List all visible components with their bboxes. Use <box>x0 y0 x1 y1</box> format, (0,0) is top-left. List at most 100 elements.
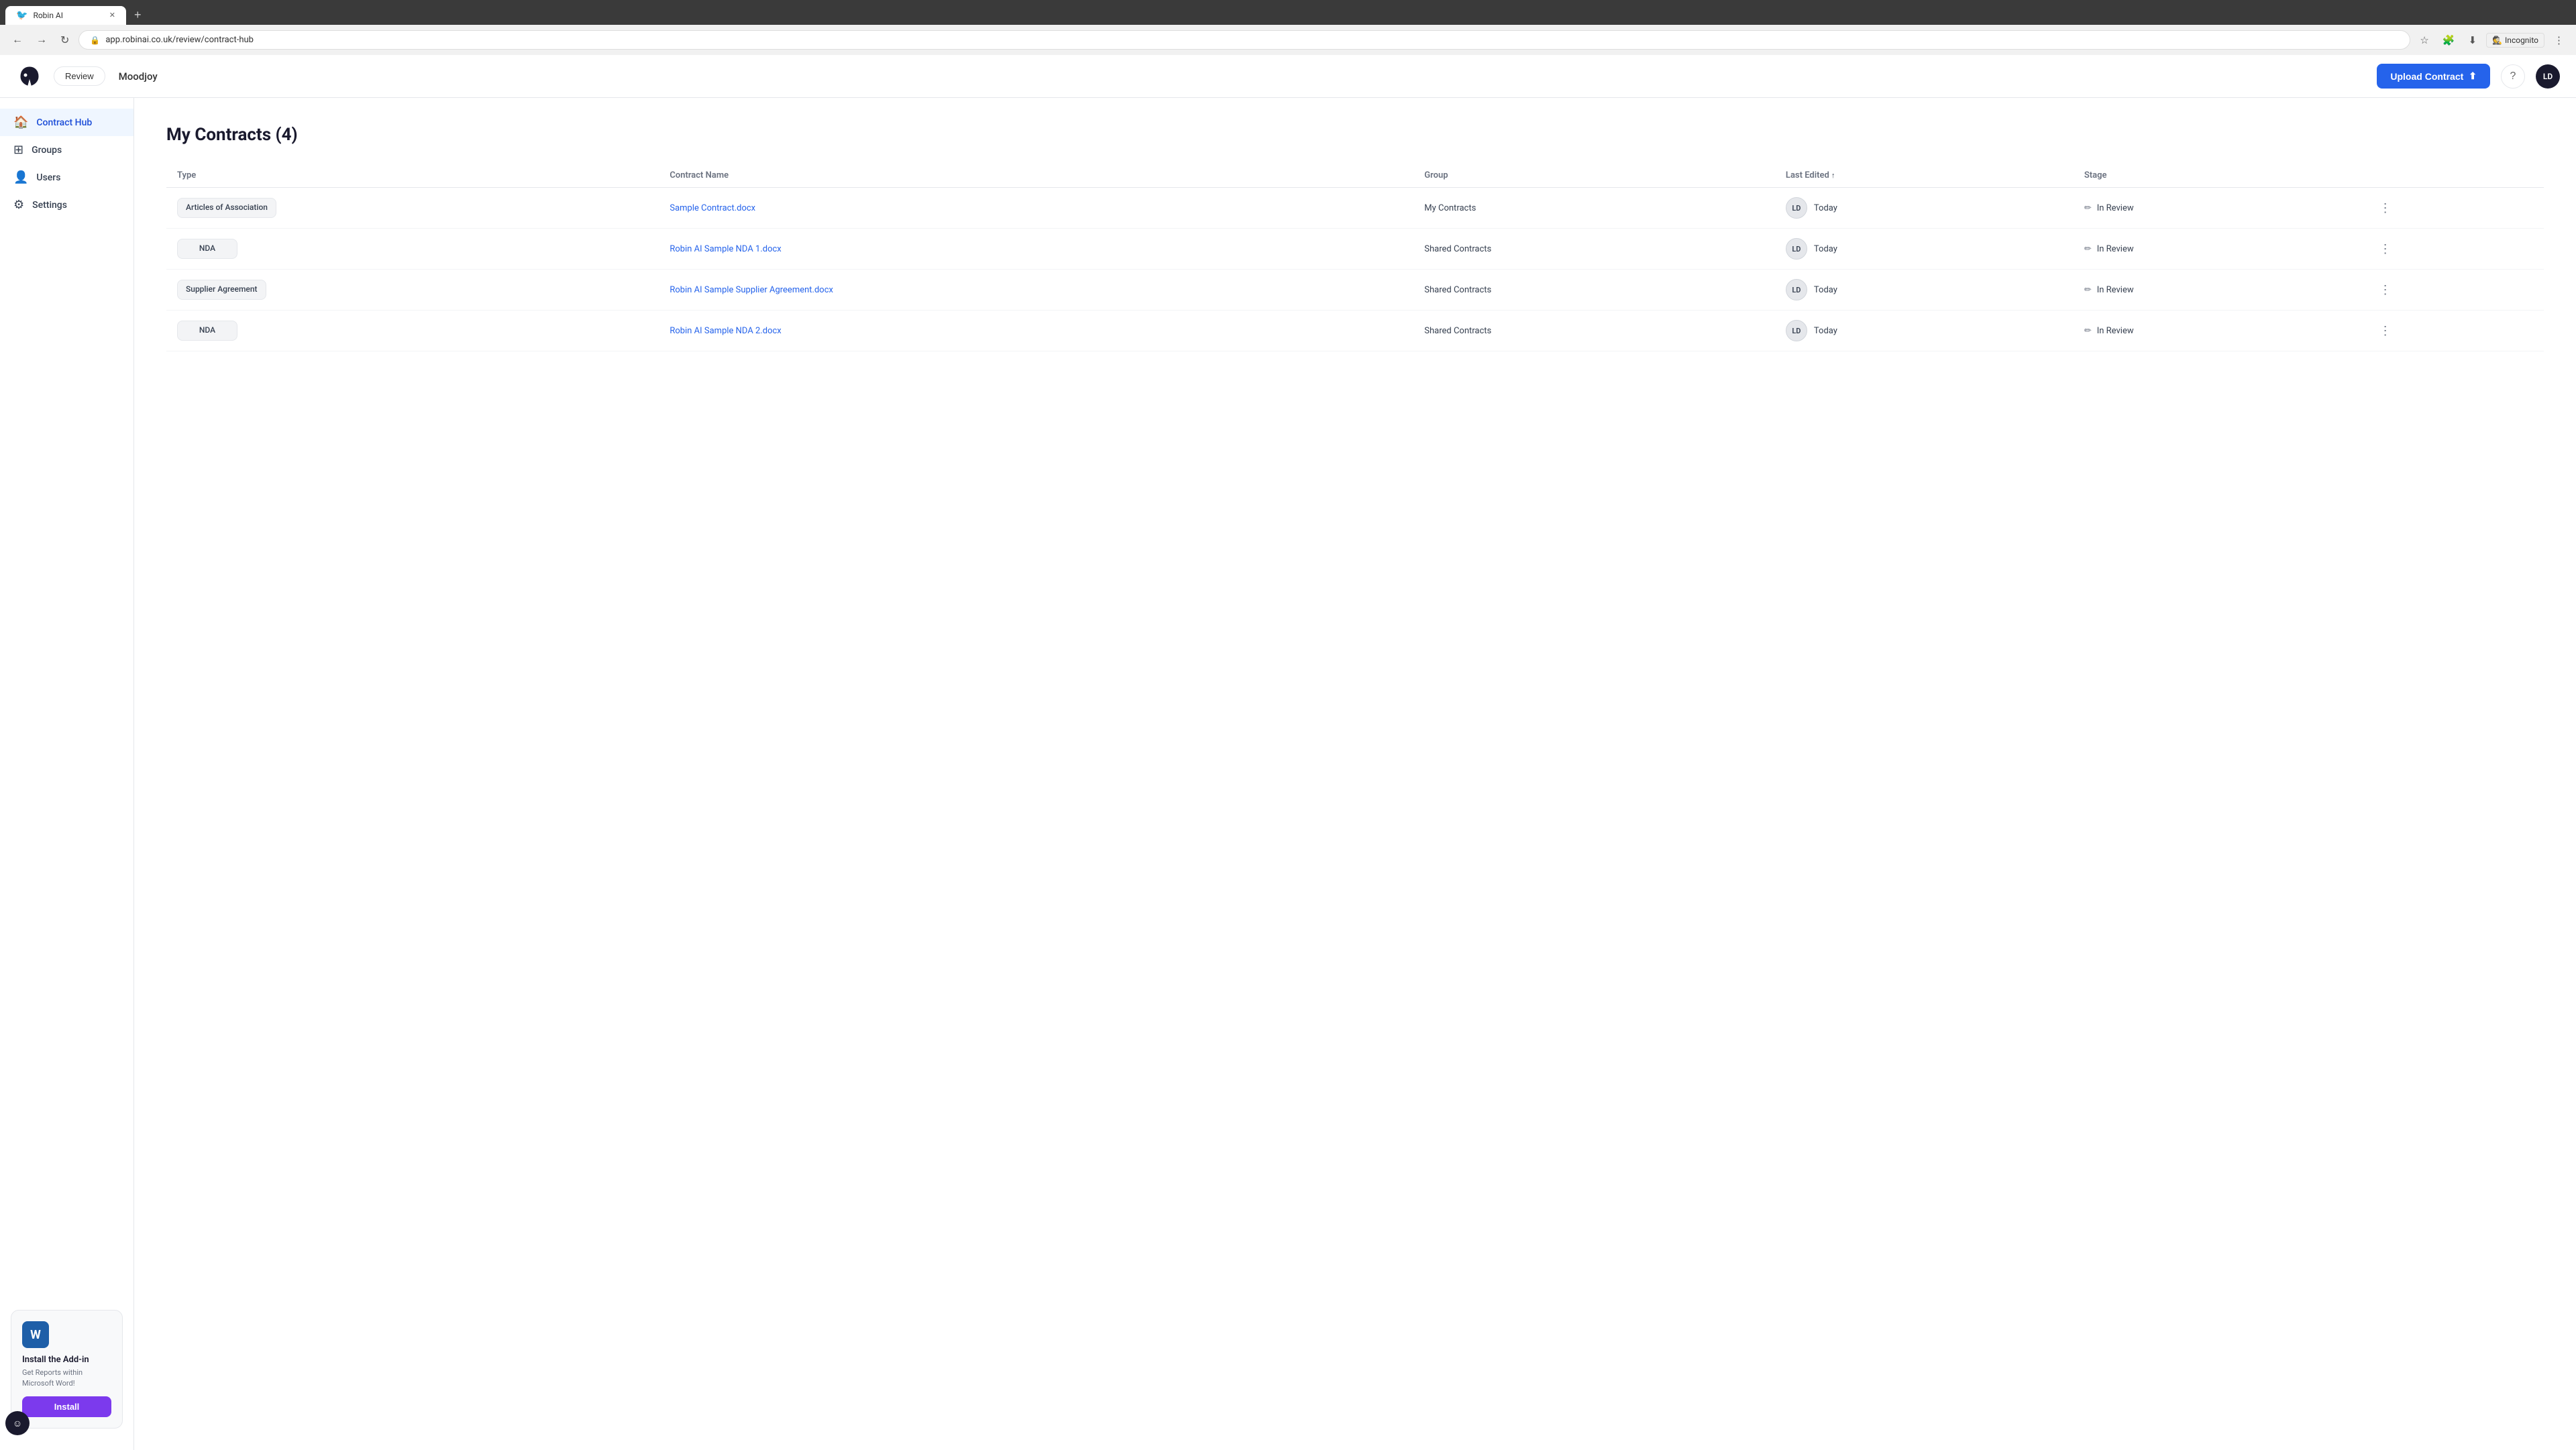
table-row: NDA Robin AI Sample NDA 2.docx Shared Co… <box>166 311 2544 351</box>
group-name-3: Shared Contracts <box>1424 326 1491 336</box>
cell-contract-name-1: Robin AI Sample NDA 1.docx <box>659 229 1413 270</box>
row-more-button-0[interactable]: ⋮ <box>2374 199 2397 218</box>
stage-pencil-icon-1: ✏ <box>2084 244 2092 254</box>
incognito-icon: 🕵 <box>2492 36 2502 45</box>
row-more-button-1[interactable]: ⋮ <box>2374 239 2397 259</box>
row-more-button-3[interactable]: ⋮ <box>2374 321 2397 341</box>
last-edited-date-0: Today <box>1814 203 1837 213</box>
download-button[interactable]: ⬇ <box>2465 32 2481 49</box>
type-badge-0: Articles of Association <box>177 198 276 218</box>
editor-avatar-0: LD <box>1786 197 1807 219</box>
back-button[interactable]: ← <box>8 32 27 49</box>
settings-icon: ⚙ <box>13 198 24 212</box>
new-tab-button[interactable]: + <box>129 5 147 25</box>
table-row: NDA Robin AI Sample NDA 1.docx Shared Co… <box>166 229 2544 270</box>
editor-avatar-2: LD <box>1786 279 1807 300</box>
cell-last-edited-1: LD Today <box>1775 229 2074 270</box>
browser-nav-bar: ← → ↻ 🔒 app.robinai.co.uk/review/contrac… <box>0 25 2576 55</box>
group-name-0: My Contracts <box>1424 203 1476 213</box>
contracts-table: Type Contract Name Group Last Edited ↑ S… <box>166 164 2544 351</box>
col-stage: Stage <box>2074 164 2363 188</box>
cell-contract-name-2: Robin AI Sample Supplier Agreement.docx <box>659 270 1413 311</box>
sidebar-item-settings[interactable]: ⚙ Settings <box>0 191 133 219</box>
review-button[interactable]: Review <box>54 66 105 86</box>
sort-arrow-icon: ↑ <box>1831 171 1835 180</box>
browser-tabs: 🐦 Robin AI ✕ + <box>0 0 2576 25</box>
cell-contract-name-0: Sample Contract.docx <box>659 188 1413 229</box>
editor-avatar-3: LD <box>1786 320 1807 341</box>
contract-link-1[interactable]: Robin AI Sample NDA 1.docx <box>669 244 781 254</box>
users-icon: 👤 <box>13 170 28 184</box>
cell-group-2: Shared Contracts <box>1413 270 1775 311</box>
user-avatar[interactable]: LD <box>2536 64 2560 89</box>
contract-link-3[interactable]: Robin AI Sample NDA 2.docx <box>669 326 781 336</box>
group-name-2: Shared Contracts <box>1424 285 1491 295</box>
cell-type-3: NDA <box>166 311 659 351</box>
stage-pencil-icon-2: ✏ <box>2084 285 2092 295</box>
logo-svg <box>17 64 42 89</box>
stage-label-3: In Review <box>2097 326 2134 336</box>
address-bar[interactable]: 🔒 app.robinai.co.uk/review/contract-hub <box>78 30 2410 50</box>
cell-stage-0: ✏ In Review <box>2074 188 2363 229</box>
col-group: Group <box>1413 164 1775 188</box>
row-more-button-2[interactable]: ⋮ <box>2374 280 2397 300</box>
cell-more-1: ⋮ <box>2363 229 2544 270</box>
tab-close-button[interactable]: ✕ <box>109 11 115 19</box>
cell-type-1: NDA <box>166 229 659 270</box>
sidebar-label-groups: Groups <box>32 145 62 156</box>
type-badge-1: NDA <box>177 239 237 259</box>
table-header: Type Contract Name Group Last Edited ↑ S… <box>166 164 2544 188</box>
stage-label-2: In Review <box>2097 285 2134 295</box>
browser-menu-button[interactable]: ⋮ <box>2550 32 2568 49</box>
contract-link-0[interactable]: Sample Contract.docx <box>669 203 755 213</box>
cell-stage-1: ✏ In Review <box>2074 229 2363 270</box>
sidebar-label-contract-hub: Contract Hub <box>36 117 92 128</box>
last-edited-date-2: Today <box>1814 285 1837 295</box>
install-addin-button[interactable]: Install <box>22 1396 111 1417</box>
feedback-icon: ☺ <box>13 1418 22 1429</box>
upload-button-label: Upload Contract <box>2390 71 2463 82</box>
addin-card: W Install the Add-in Get Reports within … <box>11 1310 123 1429</box>
table-row: Articles of Association Sample Contract.… <box>166 188 2544 229</box>
contract-link-2[interactable]: Robin AI Sample Supplier Agreement.docx <box>669 285 833 295</box>
forward-button[interactable]: → <box>32 32 51 49</box>
refresh-button[interactable]: ↻ <box>56 31 73 50</box>
extensions-button[interactable]: 🧩 <box>2438 32 2459 49</box>
sidebar: 🏠 Contract Hub ⊞ Groups 👤 Users ⚙ Settin… <box>0 98 134 1450</box>
cell-last-edited-0: LD Today <box>1775 188 2074 229</box>
last-edited-date-3: Today <box>1814 326 1837 336</box>
bookmark-button[interactable]: ☆ <box>2416 32 2432 49</box>
cell-contract-name-3: Robin AI Sample NDA 2.docx <box>659 311 1413 351</box>
cell-last-edited-3: LD Today <box>1775 311 2074 351</box>
cell-more-2: ⋮ <box>2363 270 2544 311</box>
cell-last-edited-2: LD Today <box>1775 270 2074 311</box>
groups-icon: ⊞ <box>13 143 23 157</box>
col-type: Type <box>166 164 659 188</box>
browser-nav-actions: ☆ 🧩 ⬇ 🕵 Incognito ⋮ <box>2416 32 2568 49</box>
addin-title: Install the Add-in <box>22 1355 111 1365</box>
col-contract-name: Contract Name <box>659 164 1413 188</box>
contracts-table-body: Articles of Association Sample Contract.… <box>166 188 2544 351</box>
sidebar-item-contract-hub[interactable]: 🏠 Contract Hub <box>0 109 133 136</box>
cell-group-3: Shared Contracts <box>1413 311 1775 351</box>
stage-label-1: In Review <box>2097 244 2134 254</box>
type-badge-2: Supplier Agreement <box>177 280 266 300</box>
feedback-button[interactable]: ☺ <box>5 1411 30 1435</box>
tab-favicon: 🐦 <box>16 10 28 21</box>
address-text: app.robinai.co.uk/review/contract-hub <box>105 35 254 45</box>
sidebar-item-groups[interactable]: ⊞ Groups <box>0 136 133 164</box>
cell-more-3: ⋮ <box>2363 311 2544 351</box>
help-icon: ? <box>2510 70 2516 82</box>
word-icon: W <box>22 1321 49 1348</box>
upload-contract-button[interactable]: Upload Contract ⬆ <box>2377 64 2490 89</box>
app-body: 🏠 Contract Hub ⊞ Groups 👤 Users ⚙ Settin… <box>0 98 2576 1450</box>
sidebar-item-users[interactable]: 👤 Users <box>0 164 133 191</box>
col-last-edited[interactable]: Last Edited ↑ <box>1775 164 2074 188</box>
editor-avatar-1: LD <box>1786 238 1807 260</box>
table-row: Supplier Agreement Robin AI Sample Suppl… <box>166 270 2544 311</box>
help-button[interactable]: ? <box>2501 64 2525 89</box>
cell-group-0: My Contracts <box>1413 188 1775 229</box>
home-icon: 🏠 <box>13 115 28 129</box>
cell-group-1: Shared Contracts <box>1413 229 1775 270</box>
browser-tab-active[interactable]: 🐦 Robin AI ✕ <box>5 6 126 25</box>
